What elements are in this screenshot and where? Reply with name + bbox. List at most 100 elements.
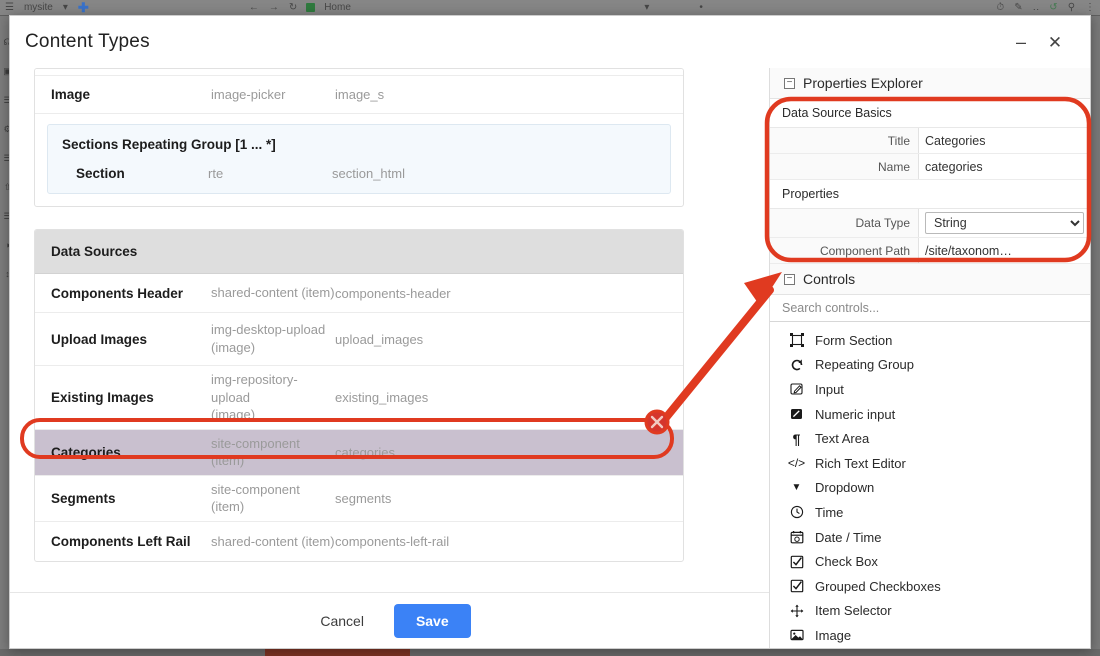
table-row[interactable]: Segments site-component (item) segments xyxy=(35,476,683,522)
taskbar-active-window[interactable] xyxy=(265,649,410,656)
control-label: Time xyxy=(815,504,844,520)
chevron-down-icon[interactable]: ▾ xyxy=(644,2,649,13)
search-controls-input[interactable] xyxy=(770,295,1090,322)
data-source-key: components-left-rail xyxy=(335,533,450,549)
data-type-select[interactable]: String xyxy=(925,212,1084,234)
plus-icon[interactable]: ✚ xyxy=(78,0,89,15)
control-item-image[interactable]: Image xyxy=(770,623,1090,648)
controls-list[interactable]: Form Section Repeating Group Input Numer… xyxy=(770,322,1090,648)
data-source-type: site-component (item) xyxy=(211,481,300,515)
control-label: Input xyxy=(815,381,844,397)
save-button[interactable]: Save xyxy=(393,603,471,638)
data-source-name: Components Left Rail xyxy=(51,533,191,549)
pencil-icon[interactable]: ✎ xyxy=(1014,2,1022,13)
chevron-down-icon[interactable]: ▾ xyxy=(63,2,68,13)
reload-icon[interactable]: ↻ xyxy=(289,2,297,13)
search-icon[interactable]: ⚲ xyxy=(1068,2,1075,13)
title-field[interactable] xyxy=(925,133,1084,148)
table-row-categories-selected[interactable]: Categories site-component (item) categor… xyxy=(35,429,683,476)
data-sources-card: Data Sources Components Header shared-co… xyxy=(34,229,684,562)
data-source-key: segments xyxy=(335,490,392,506)
control-label: Dropdown xyxy=(815,480,875,496)
control-label: Date / Time xyxy=(815,529,882,545)
numeric-input-icon xyxy=(788,407,805,421)
control-item-item-selector[interactable]: Item Selector xyxy=(770,599,1090,624)
property-row-title[interactable]: Title xyxy=(770,128,1090,154)
property-label: Title xyxy=(887,133,910,148)
ellipsis-icon[interactable]: ‥ xyxy=(1033,2,1040,13)
data-source-name: Segments xyxy=(51,490,116,506)
arrow-left-icon[interactable]: ← xyxy=(249,2,259,13)
properties-explorer-section-header[interactable]: − Properties Explorer xyxy=(770,68,1090,99)
data-source-name: Existing Images xyxy=(51,389,154,405)
property-value[interactable]: String xyxy=(918,209,1090,237)
property-row-data-type[interactable]: Data Type String xyxy=(770,209,1090,238)
property-label: Component Path xyxy=(819,243,910,258)
property-value[interactable] xyxy=(918,128,1090,153)
data-source-type: img-desktop-upload (image) xyxy=(211,322,326,355)
minimize-icon[interactable]: – xyxy=(1004,27,1038,57)
property-label: Name xyxy=(877,159,910,174)
field-row[interactable]: Image image-picker image_s xyxy=(35,76,683,114)
repeating-group-block[interactable]: Sections Repeating Group [1 ... *] Secti… xyxy=(47,124,671,194)
table-row[interactable]: Components Left Rail shared-content (ite… xyxy=(35,522,683,561)
repeat-icon xyxy=(788,358,805,372)
property-value[interactable] xyxy=(918,154,1090,179)
main-pane: Image image-picker image_s Sections Repe… xyxy=(10,68,770,648)
data-source-type: shared-content (item) xyxy=(211,285,335,301)
property-value[interactable] xyxy=(918,238,1090,263)
collapse-minus-icon[interactable]: − xyxy=(784,77,795,89)
site-color-swatch xyxy=(306,3,316,12)
dot-icon: • xyxy=(699,2,703,13)
control-item-dropdown[interactable]: ▼ Dropdown xyxy=(770,476,1090,501)
property-row-name[interactable]: Name xyxy=(770,154,1090,180)
control-item-text-area[interactable]: ¶ Text Area xyxy=(770,426,1090,451)
control-item-check-box[interactable]: Check Box xyxy=(770,549,1090,574)
checkbox-icon xyxy=(788,579,805,593)
bookmark-label[interactable]: Home xyxy=(324,2,351,13)
field-key: image_s xyxy=(335,87,385,102)
right-pane: − Properties Explorer Data Source Basics… xyxy=(770,68,1090,648)
checkbox-icon xyxy=(788,555,805,569)
cancel-button[interactable]: Cancel xyxy=(308,605,376,637)
move-arrows-icon xyxy=(788,604,805,618)
browser-tab-bar: ☰ mysite ▾ ✚ ← → ↻ Home ▾ • ⏱ ✎ ‥ ↺ ⚲ ⋮ xyxy=(0,0,1100,16)
control-item-date-time[interactable]: Date / Time xyxy=(770,525,1090,550)
control-item-grouped-checkboxes[interactable]: Grouped Checkboxes xyxy=(770,574,1090,599)
control-item-form-section[interactable]: Form Section xyxy=(770,328,1090,353)
main-scroll-area[interactable]: Image image-picker image_s Sections Repe… xyxy=(10,68,769,592)
control-label: Item Selector xyxy=(815,603,892,619)
control-item-time[interactable]: Time xyxy=(770,500,1090,525)
component-path-field[interactable] xyxy=(925,243,1084,258)
property-row-component-path[interactable]: Component Path xyxy=(770,238,1090,264)
kebab-menu-icon[interactable]: ⋮ xyxy=(1085,2,1095,13)
control-item-rich-text-editor[interactable]: </> Rich Text Editor xyxy=(770,451,1090,476)
code-tags-icon: </> xyxy=(787,456,806,471)
name-field[interactable] xyxy=(925,159,1084,174)
sync-icon[interactable]: ↺ xyxy=(1049,2,1057,13)
control-item-repeating-group[interactable]: Repeating Group xyxy=(770,353,1090,378)
repeating-group-row[interactable]: Section rte section_html xyxy=(48,160,670,185)
hamburger-icon[interactable]: ☰ xyxy=(5,2,14,13)
table-row[interactable]: Upload Images img-desktop-upload (image) … xyxy=(35,313,683,366)
control-label: Text Area xyxy=(815,431,870,447)
controls-section-header[interactable]: − Controls xyxy=(770,264,1090,295)
browser-tab-label[interactable]: mysite xyxy=(24,2,53,13)
arrow-right-icon[interactable]: → xyxy=(269,2,279,13)
control-item-numeric-input[interactable]: Numeric input xyxy=(770,402,1090,427)
os-taskbar xyxy=(0,649,1100,656)
modal-body: Image image-picker image_s Sections Repe… xyxy=(10,68,1090,648)
collapse-minus-icon[interactable]: − xyxy=(784,273,795,285)
field-type: rte xyxy=(208,166,224,181)
image-icon xyxy=(788,628,805,642)
data-source-key: existing_images xyxy=(335,389,429,405)
table-row[interactable]: Components Header shared-content (item) … xyxy=(35,274,683,313)
history-icon[interactable]: ⏱ xyxy=(996,2,1004,13)
table-row[interactable]: Existing Images img-repository-upload (im… xyxy=(35,366,683,430)
properties-group-title: Properties xyxy=(770,180,1090,209)
control-label: Image xyxy=(815,627,852,643)
data-source-type: shared-content (item) xyxy=(211,533,335,549)
data-source-name: Categories xyxy=(51,444,121,460)
control-item-input[interactable]: Input xyxy=(770,377,1090,402)
close-icon[interactable]: ✕ xyxy=(1038,27,1072,57)
